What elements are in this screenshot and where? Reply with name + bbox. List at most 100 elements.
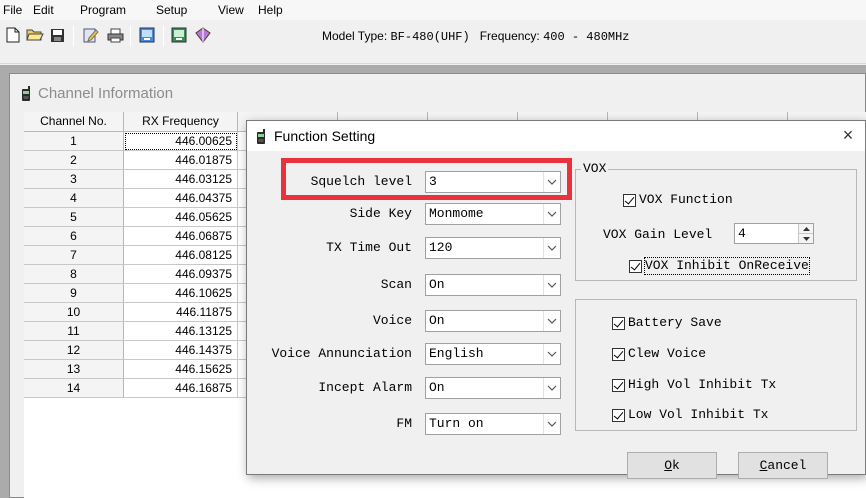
checkbox-checked-icon xyxy=(629,259,642,273)
vox-gain-level-spinner[interactable]: 4 xyxy=(734,223,814,244)
open-folder-icon[interactable] xyxy=(24,24,46,46)
chevron-down-icon[interactable] xyxy=(543,378,560,398)
vox-inhibit-onreceive-checkbox[interactable]: VOX Inhibit OnReceive xyxy=(629,257,810,275)
voice-select[interactable]: On xyxy=(425,310,561,332)
channel-number-cell[interactable]: 1 xyxy=(24,132,124,151)
read-radio-icon[interactable] xyxy=(136,24,158,46)
chevron-down-icon[interactable] xyxy=(543,204,560,224)
about-icon[interactable] xyxy=(192,24,214,46)
fm-select[interactable]: Turn on xyxy=(425,413,561,435)
channel-number-cell[interactable]: 3 xyxy=(24,170,124,189)
save-icon[interactable] xyxy=(46,24,68,46)
close-icon[interactable]: × xyxy=(837,125,859,147)
side-key-value: Monmome xyxy=(429,206,484,221)
tx-time-out-select[interactable]: 120 xyxy=(425,237,561,259)
cancel-button[interactable]: Cancel xyxy=(738,452,828,479)
channel-number-cell[interactable]: 13 xyxy=(24,360,124,379)
rx-frequency-cell[interactable]: 446.06875 xyxy=(124,227,238,246)
checkbox-checked-icon xyxy=(612,347,625,361)
rx-frequency-cell[interactable]: 446.01875 xyxy=(124,151,238,170)
chevron-down-icon[interactable] xyxy=(543,311,560,331)
edit-icon[interactable] xyxy=(80,24,102,46)
cancel-label: ancel xyxy=(767,458,807,473)
column-header-channel-no[interactable]: Channel No. xyxy=(24,112,124,132)
battery-save-checkbox[interactable]: Battery Save xyxy=(612,315,722,331)
chevron-down-icon[interactable] xyxy=(543,275,560,295)
menu-setup[interactable]: Setup xyxy=(156,2,187,18)
spin-up-icon[interactable] xyxy=(799,224,813,234)
channel-window-title: Channel Information xyxy=(38,85,174,102)
rx-frequency-cell[interactable]: 446.08125 xyxy=(124,246,238,265)
menu-help[interactable]: Help xyxy=(258,2,283,18)
frequency-label: Frequency: xyxy=(479,29,544,43)
ok-button[interactable]: Ok xyxy=(627,452,717,479)
ok-hotkey: O xyxy=(664,458,672,473)
clew-voice-checkbox[interactable]: Clew Voice xyxy=(612,346,706,362)
scan-label: Scan xyxy=(380,277,412,292)
chevron-down-icon[interactable] xyxy=(543,414,560,434)
menu-file[interactable]: File xyxy=(3,2,22,18)
channel-number-cell[interactable]: 8 xyxy=(24,265,124,284)
side-key-select[interactable]: Monmome xyxy=(425,203,561,225)
incept-alarm-label: Incept Alarm xyxy=(318,380,412,395)
incept-alarm-value: On xyxy=(429,380,445,395)
chevron-down-icon[interactable] xyxy=(543,344,560,364)
channel-window-titlebar: Channel Information xyxy=(10,74,865,112)
high-vol-inhibit-tx-label: High Vol Inhibit Tx xyxy=(628,377,777,392)
menu-view[interactable]: View xyxy=(218,2,244,18)
dialog-title: Function Setting xyxy=(274,128,376,144)
rx-frequency-cell[interactable]: 446.11875 xyxy=(124,303,238,322)
rx-frequency-cell[interactable]: 446.04375 xyxy=(124,189,238,208)
rx-frequency-cell[interactable]: 446.16875 xyxy=(124,379,238,398)
incept-alarm-select[interactable]: On xyxy=(425,377,561,399)
fm-label: FM xyxy=(396,416,412,431)
channel-number-cell[interactable]: 9 xyxy=(24,284,124,303)
menu-program[interactable]: Program xyxy=(80,2,126,18)
scan-value: On xyxy=(429,277,445,292)
toolbar-separator xyxy=(130,26,131,46)
channel-number-cell[interactable]: 5 xyxy=(24,208,124,227)
checkbox-checked-icon xyxy=(623,193,636,207)
channel-number-cell[interactable]: 12 xyxy=(24,341,124,360)
channel-number-cell[interactable]: 2 xyxy=(24,151,124,170)
rx-frequency-cell[interactable]: 446.14375 xyxy=(124,341,238,360)
chevron-down-icon[interactable] xyxy=(543,238,560,258)
new-file-icon[interactable] xyxy=(2,24,24,46)
low-vol-inhibit-tx-checkbox[interactable]: Low Vol Inhibit Tx xyxy=(612,407,768,423)
scan-select[interactable]: On xyxy=(425,274,561,296)
channel-number-cell[interactable]: 6 xyxy=(24,227,124,246)
squelch-highlight-box xyxy=(281,158,572,200)
rx-frequency-cell[interactable]: 446.09375 xyxy=(124,265,238,284)
model-info: Model Type: BF-480(UHF) Frequency: 400 -… xyxy=(322,29,630,44)
model-type-value: BF-480(UHF) xyxy=(390,30,470,44)
fm-value: Turn on xyxy=(429,416,484,431)
voice-label: Voice xyxy=(372,313,412,328)
channel-number-cell[interactable]: 14 xyxy=(24,379,124,398)
channel-number-cell[interactable]: 7 xyxy=(24,246,124,265)
rx-frequency-cell[interactable]: 446.00625 xyxy=(124,132,238,151)
rx-frequency-cell[interactable]: 446.03125 xyxy=(124,170,238,189)
checkbox-checked-icon xyxy=(612,408,625,422)
radio-icon xyxy=(255,129,267,148)
menu-edit[interactable]: Edit xyxy=(33,2,54,18)
rx-frequency-cell[interactable]: 446.15625 xyxy=(124,360,238,379)
vox-inhibit-onreceive-label: VOX Inhibit OnReceive xyxy=(644,257,810,275)
write-radio-icon[interactable] xyxy=(168,24,190,46)
print-icon[interactable] xyxy=(104,24,126,46)
channel-number-cell[interactable]: 11 xyxy=(24,322,124,341)
toolbar-separator xyxy=(163,26,164,46)
channel-number-cell[interactable]: 10 xyxy=(24,303,124,322)
rx-frequency-cell[interactable]: 446.05625 xyxy=(124,208,238,227)
ok-label: k xyxy=(672,458,680,473)
tx-time-out-value: 120 xyxy=(429,240,453,255)
spin-down-icon[interactable] xyxy=(799,234,813,243)
dialog-titlebar: Function Setting × xyxy=(247,121,865,151)
channel-number-cell[interactable]: 4 xyxy=(24,189,124,208)
high-vol-inhibit-tx-checkbox[interactable]: High Vol Inhibit Tx xyxy=(612,377,776,393)
voice-annunciation-select[interactable]: English xyxy=(425,343,561,365)
vox-function-checkbox[interactable]: VOX Function xyxy=(623,192,733,208)
vox-gain-level-label: VOX Gain Level xyxy=(603,227,713,242)
rx-frequency-cell[interactable]: 446.10625 xyxy=(124,284,238,303)
column-header-rx-frequency[interactable]: RX Frequency xyxy=(124,112,238,132)
rx-frequency-cell[interactable]: 446.13125 xyxy=(124,322,238,341)
